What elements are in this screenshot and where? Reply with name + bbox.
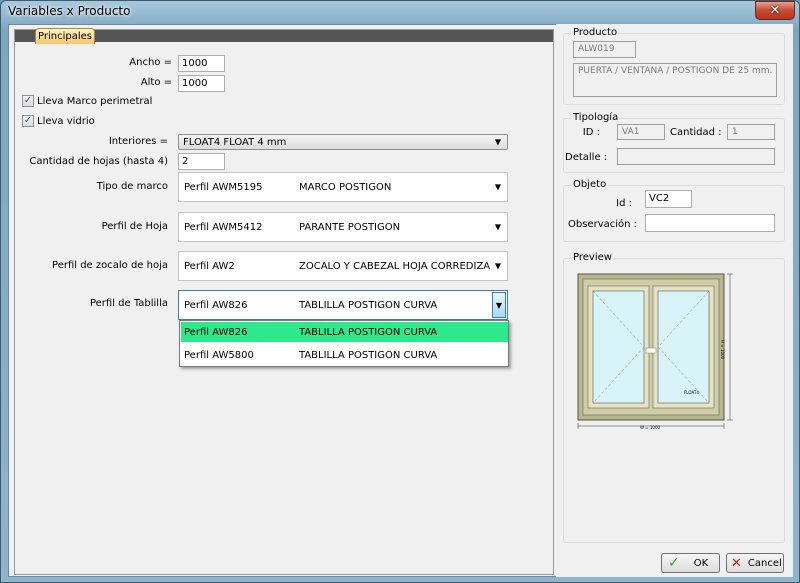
close-button[interactable]: ✕: [755, 1, 795, 20]
chevron-down-icon[interactable]: ▼: [492, 292, 506, 318]
tipo-marco-select[interactable]: Perfil AWM5195 MARCO POSTIGON ▼: [178, 172, 508, 202]
perfil-hoja-code: Perfil AWM5412: [184, 221, 263, 233]
cantidad-value: 1: [727, 124, 775, 140]
vidrio-checkbox[interactable]: ✓ Lleva vidrio: [22, 115, 95, 127]
preview-height-dimension: H = 1000: [720, 340, 725, 360]
checkbox-checked-icon: ✓: [22, 115, 34, 127]
producto-description: PUERTA / VENTANA / POSTIGON DE 25 mm.: [573, 63, 777, 97]
close-icon: ✕: [769, 3, 781, 18]
preview-glass-label: FLOAT4: [684, 390, 699, 395]
tipo-marco-desc: MARCO POSTIGON: [299, 181, 392, 193]
preview-title: Preview: [572, 252, 613, 263]
perfil-zocalo-select[interactable]: Perfil AW2 ZOCALO Y CABEZAL HOJA CORREDI…: [178, 251, 508, 281]
alto-label: Alto =: [140, 77, 172, 88]
marco-perimetral-label: Lleva Marco perimetral: [37, 95, 153, 107]
perfil-tablilla-label: Perfil de Tablilla: [89, 298, 168, 309]
perfil-tablilla-dropdown: Perfil AW826 TABLILLA POSTIGON CURVA Per…: [179, 320, 509, 367]
cantidad-label: Cantidad :: [670, 127, 722, 138]
alto-input[interactable]: 1000: [178, 75, 225, 92]
tipologia-id-label: ID :: [582, 127, 600, 138]
vidrio-label: Lleva vidrio: [37, 115, 95, 127]
producto-code: ALW019: [573, 41, 636, 58]
ok-label: OK: [693, 557, 709, 569]
tab-strip: [15, 30, 553, 42]
objeto-id-input[interactable]: VC2: [645, 190, 692, 208]
perfil-hoja-label: Perfil de Hoja: [101, 221, 168, 232]
window-preview-drawing: [577, 273, 733, 429]
perfil-hoja-desc: PARANTE POSTIGON: [299, 221, 401, 233]
tab-principales[interactable]: Principales: [35, 28, 95, 44]
ok-button[interactable]: ✓ OK: [661, 553, 720, 573]
ancho-input[interactable]: 1000: [178, 55, 225, 72]
tipologia-title: Tipología: [572, 112, 620, 123]
dropdown-option[interactable]: Perfil AW5800 TABLILLA POSTIGON CURVA: [181, 345, 508, 365]
observacion-label: Observación :: [568, 219, 638, 230]
perfil-hoja-select[interactable]: Perfil AWM5412 PARANTE POSTIGON ▼: [178, 212, 508, 242]
chevron-down-icon: ▼: [494, 222, 501, 232]
interiores-value: FLOAT4 FLOAT 4 mm: [183, 136, 287, 148]
tipo-marco-code: Perfil AWM5195: [184, 181, 263, 193]
interiores-select[interactable]: FLOAT4 FLOAT 4 mm ▼: [178, 134, 508, 150]
objeto-title: Objeto: [572, 179, 608, 190]
ancho-label: Ancho =: [129, 57, 172, 68]
producto-title: Producto: [572, 27, 619, 38]
perfil-tablilla-select[interactable]: Perfil AW826 TABLILLA POSTIGON CURVA ▼: [178, 290, 508, 320]
perfil-tablilla-desc: TABLILLA POSTIGON CURVA: [299, 299, 438, 311]
observacion-input[interactable]: [645, 214, 775, 232]
cancel-label: Cancel: [747, 557, 782, 569]
detalle-value: [617, 148, 775, 165]
cancel-x-icon: ✕: [731, 555, 742, 571]
cancel-button[interactable]: ✕ Cancel: [726, 553, 784, 573]
interiores-label: Interiores =: [108, 136, 168, 147]
checkbox-checked-icon: ✓: [22, 95, 34, 107]
perfil-zocalo-label: Perfil de zocalo de hoja: [52, 260, 168, 271]
perfil-zocalo-code: Perfil AW2: [184, 260, 235, 272]
chevron-down-icon: ▼: [494, 261, 501, 271]
cantidad-hojas-input[interactable]: 2: [178, 153, 225, 170]
chevron-down-icon: ▼: [494, 137, 501, 147]
perfil-tablilla-code: Perfil AW826: [184, 299, 248, 311]
detalle-label: Detalle :: [565, 152, 608, 163]
preview-width-dimension: W = 1000: [640, 425, 661, 430]
cantidad-hojas-label: Cantidad de hojas (hasta 4): [29, 156, 168, 167]
tipologia-id-value: VA1: [617, 124, 665, 140]
marco-perimetral-checkbox[interactable]: ✓ Lleva Marco perimetral: [22, 95, 152, 107]
chevron-down-icon: ▼: [494, 182, 501, 192]
perfil-zocalo-desc: ZOCALO Y CABEZAL HOJA CORREDIZA: [299, 260, 491, 272]
dropdown-option[interactable]: Perfil AW826 TABLILLA POSTIGON CURVA: [181, 322, 508, 342]
checkmark-icon: ✓: [668, 555, 680, 571]
objeto-id-label: Id :: [616, 198, 632, 209]
tipo-marco-label: Tipo de marco: [96, 181, 168, 192]
window-title: Variables x Producto: [8, 4, 131, 18]
